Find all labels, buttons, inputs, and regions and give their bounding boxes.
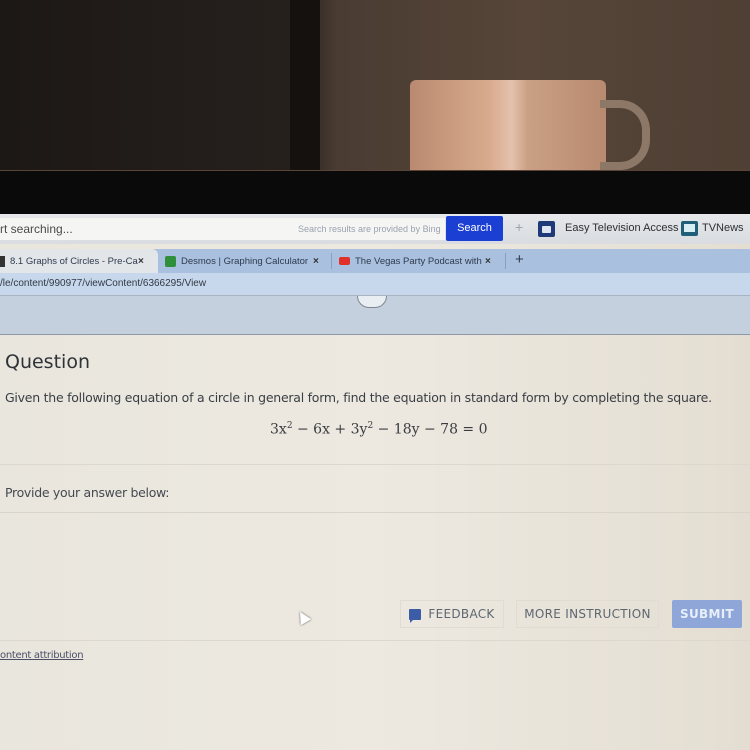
photo-wall-edge <box>290 0 320 170</box>
tab-separator <box>505 253 506 269</box>
search-hint: Search results are provided by Bing <box>298 224 441 234</box>
feedback-icon <box>409 608 422 623</box>
submit-button[interactable]: SUBMIT <box>672 600 742 628</box>
toolbar-search-button[interactable]: Search <box>446 216 503 241</box>
tvnews-icon[interactable] <box>681 221 698 236</box>
tab-graphs-of-circles[interactable]: 8.1 Graphs of Circles - Pre-Calcul × <box>0 249 158 273</box>
feedback-label: FEEDBACK <box>428 607 495 621</box>
answer-input[interactable] <box>0 512 750 584</box>
photo-mug <box>410 80 606 170</box>
equation-term: − 18y − 78 = 0 <box>373 421 488 438</box>
content-attribution-link[interactable]: ontent attribution <box>0 650 84 661</box>
answer-label: Provide your answer below: <box>5 485 170 500</box>
bookmark-easy-television-access[interactable]: Easy Television Access <box>565 222 679 234</box>
photo-mug-handle <box>600 100 650 170</box>
divider <box>0 640 750 641</box>
add-bookmark-button[interactable]: + <box>515 219 523 235</box>
tv-icon[interactable] <box>538 221 555 237</box>
bookmark-tvnews[interactable]: TVNews <box>702 222 744 234</box>
close-tab-icon[interactable]: × <box>313 256 319 267</box>
tab-title: The Vegas Party Podcast with Liv <box>355 255 485 267</box>
mouse-cursor-icon <box>294 608 312 626</box>
collapse-handle[interactable] <box>357 296 387 308</box>
close-tab-icon[interactable]: × <box>138 256 144 267</box>
question-title: Question <box>5 351 90 373</box>
tab-desmos[interactable]: Desmos | Graphing Calculator × <box>165 249 325 273</box>
divider <box>0 464 750 465</box>
equation-term: − 6x + 3y <box>292 421 368 438</box>
background-photo <box>0 0 750 170</box>
more-instruction-button[interactable]: MORE INSTRUCTION <box>516 600 659 628</box>
new-tab-button[interactable]: + <box>515 251 524 268</box>
document-icon <box>0 255 5 267</box>
bing-toolbar: rt searching... Search results are provi… <box>0 214 750 244</box>
youtube-icon <box>339 257 350 265</box>
question-prompt: Given the following equation of a circle… <box>5 390 712 405</box>
feedback-button[interactable]: FEEDBACK <box>400 600 504 628</box>
browser-screen: rt searching... Search results are provi… <box>0 214 750 750</box>
page-header-bar <box>0 295 750 335</box>
desmos-icon <box>165 255 176 267</box>
tab-vegas-podcast[interactable]: The Vegas Party Podcast with Liv × <box>339 249 499 273</box>
close-tab-icon[interactable]: × <box>485 256 491 267</box>
monitor-bezel <box>0 170 750 214</box>
equation-term: 3x <box>270 421 287 438</box>
tab-title: 8.1 Graphs of Circles - Pre-Calcul <box>10 255 138 267</box>
tab-separator <box>331 253 332 269</box>
question-equation: 3x2 − 6x + 3y2 − 18y − 78 = 0 <box>270 421 488 438</box>
address-bar[interactable]: /le/content/990977/viewContent/6366295/V… <box>0 273 750 295</box>
tab-strip: 8.1 Graphs of Circles - Pre-Calcul × Des… <box>0 249 750 273</box>
tab-title: Desmos | Graphing Calculator <box>181 255 309 267</box>
